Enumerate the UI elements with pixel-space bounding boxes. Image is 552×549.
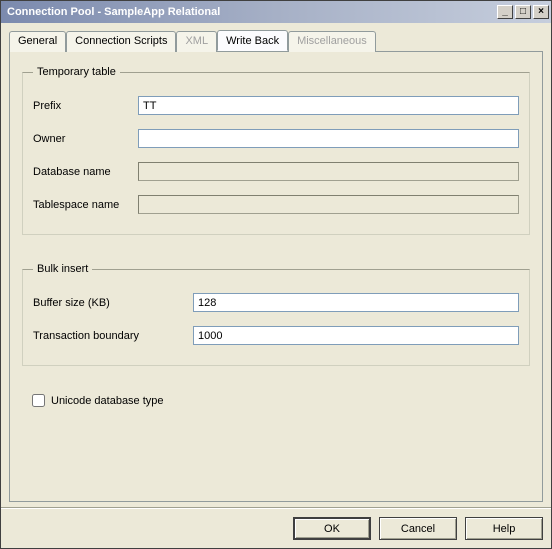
tab-write-back[interactable]: Write Back [217,30,288,51]
tab-miscellaneous: Miscellaneous [288,31,376,52]
minimize-button[interactable]: _ [497,5,513,19]
prefix-label: Prefix [33,100,138,112]
unicode-label: Unicode database type [51,395,164,407]
window-title: Connection Pool - SampleApp Relational [7,6,495,18]
help-button[interactable]: Help [465,517,543,540]
temporary-table-legend: Temporary table [33,66,120,78]
ok-button[interactable]: OK [293,517,371,540]
maximize-button[interactable]: □ [515,5,531,19]
tab-connection-scripts[interactable]: Connection Scripts [66,31,176,52]
bulk-insert-legend: Bulk insert [33,263,92,275]
titlebar: Connection Pool - SampleApp Relational _… [1,1,551,23]
tablespace-name-label: Tablespace name [33,199,138,211]
transaction-boundary-input[interactable] [193,326,519,345]
cancel-button[interactable]: Cancel [379,517,457,540]
bulk-insert-group: Bulk insert Buffer size (KB) Transaction… [22,263,530,366]
unicode-row: Unicode database type [32,394,530,407]
database-name-input [138,162,519,181]
button-bar: OK Cancel Help [1,508,551,548]
owner-label: Owner [33,133,138,145]
content-area: General Connection Scripts XML Write Bac… [1,23,551,508]
tab-strip: General Connection Scripts XML Write Bac… [9,31,543,52]
tab-xml: XML [176,31,217,52]
tablespace-name-input [138,195,519,214]
dialog-window: Connection Pool - SampleApp Relational _… [0,0,552,549]
owner-input[interactable] [138,129,519,148]
close-button[interactable]: × [533,5,549,19]
database-name-label: Database name [33,166,138,178]
prefix-input[interactable] [138,96,519,115]
buffer-size-label: Buffer size (KB) [33,297,193,309]
tab-general[interactable]: General [9,31,66,52]
unicode-checkbox[interactable] [32,394,45,407]
write-back-panel: Temporary table Prefix Owner Database na… [9,51,543,502]
transaction-boundary-label: Transaction boundary [33,330,193,342]
buffer-size-input[interactable] [193,293,519,312]
temporary-table-group: Temporary table Prefix Owner Database na… [22,66,530,235]
